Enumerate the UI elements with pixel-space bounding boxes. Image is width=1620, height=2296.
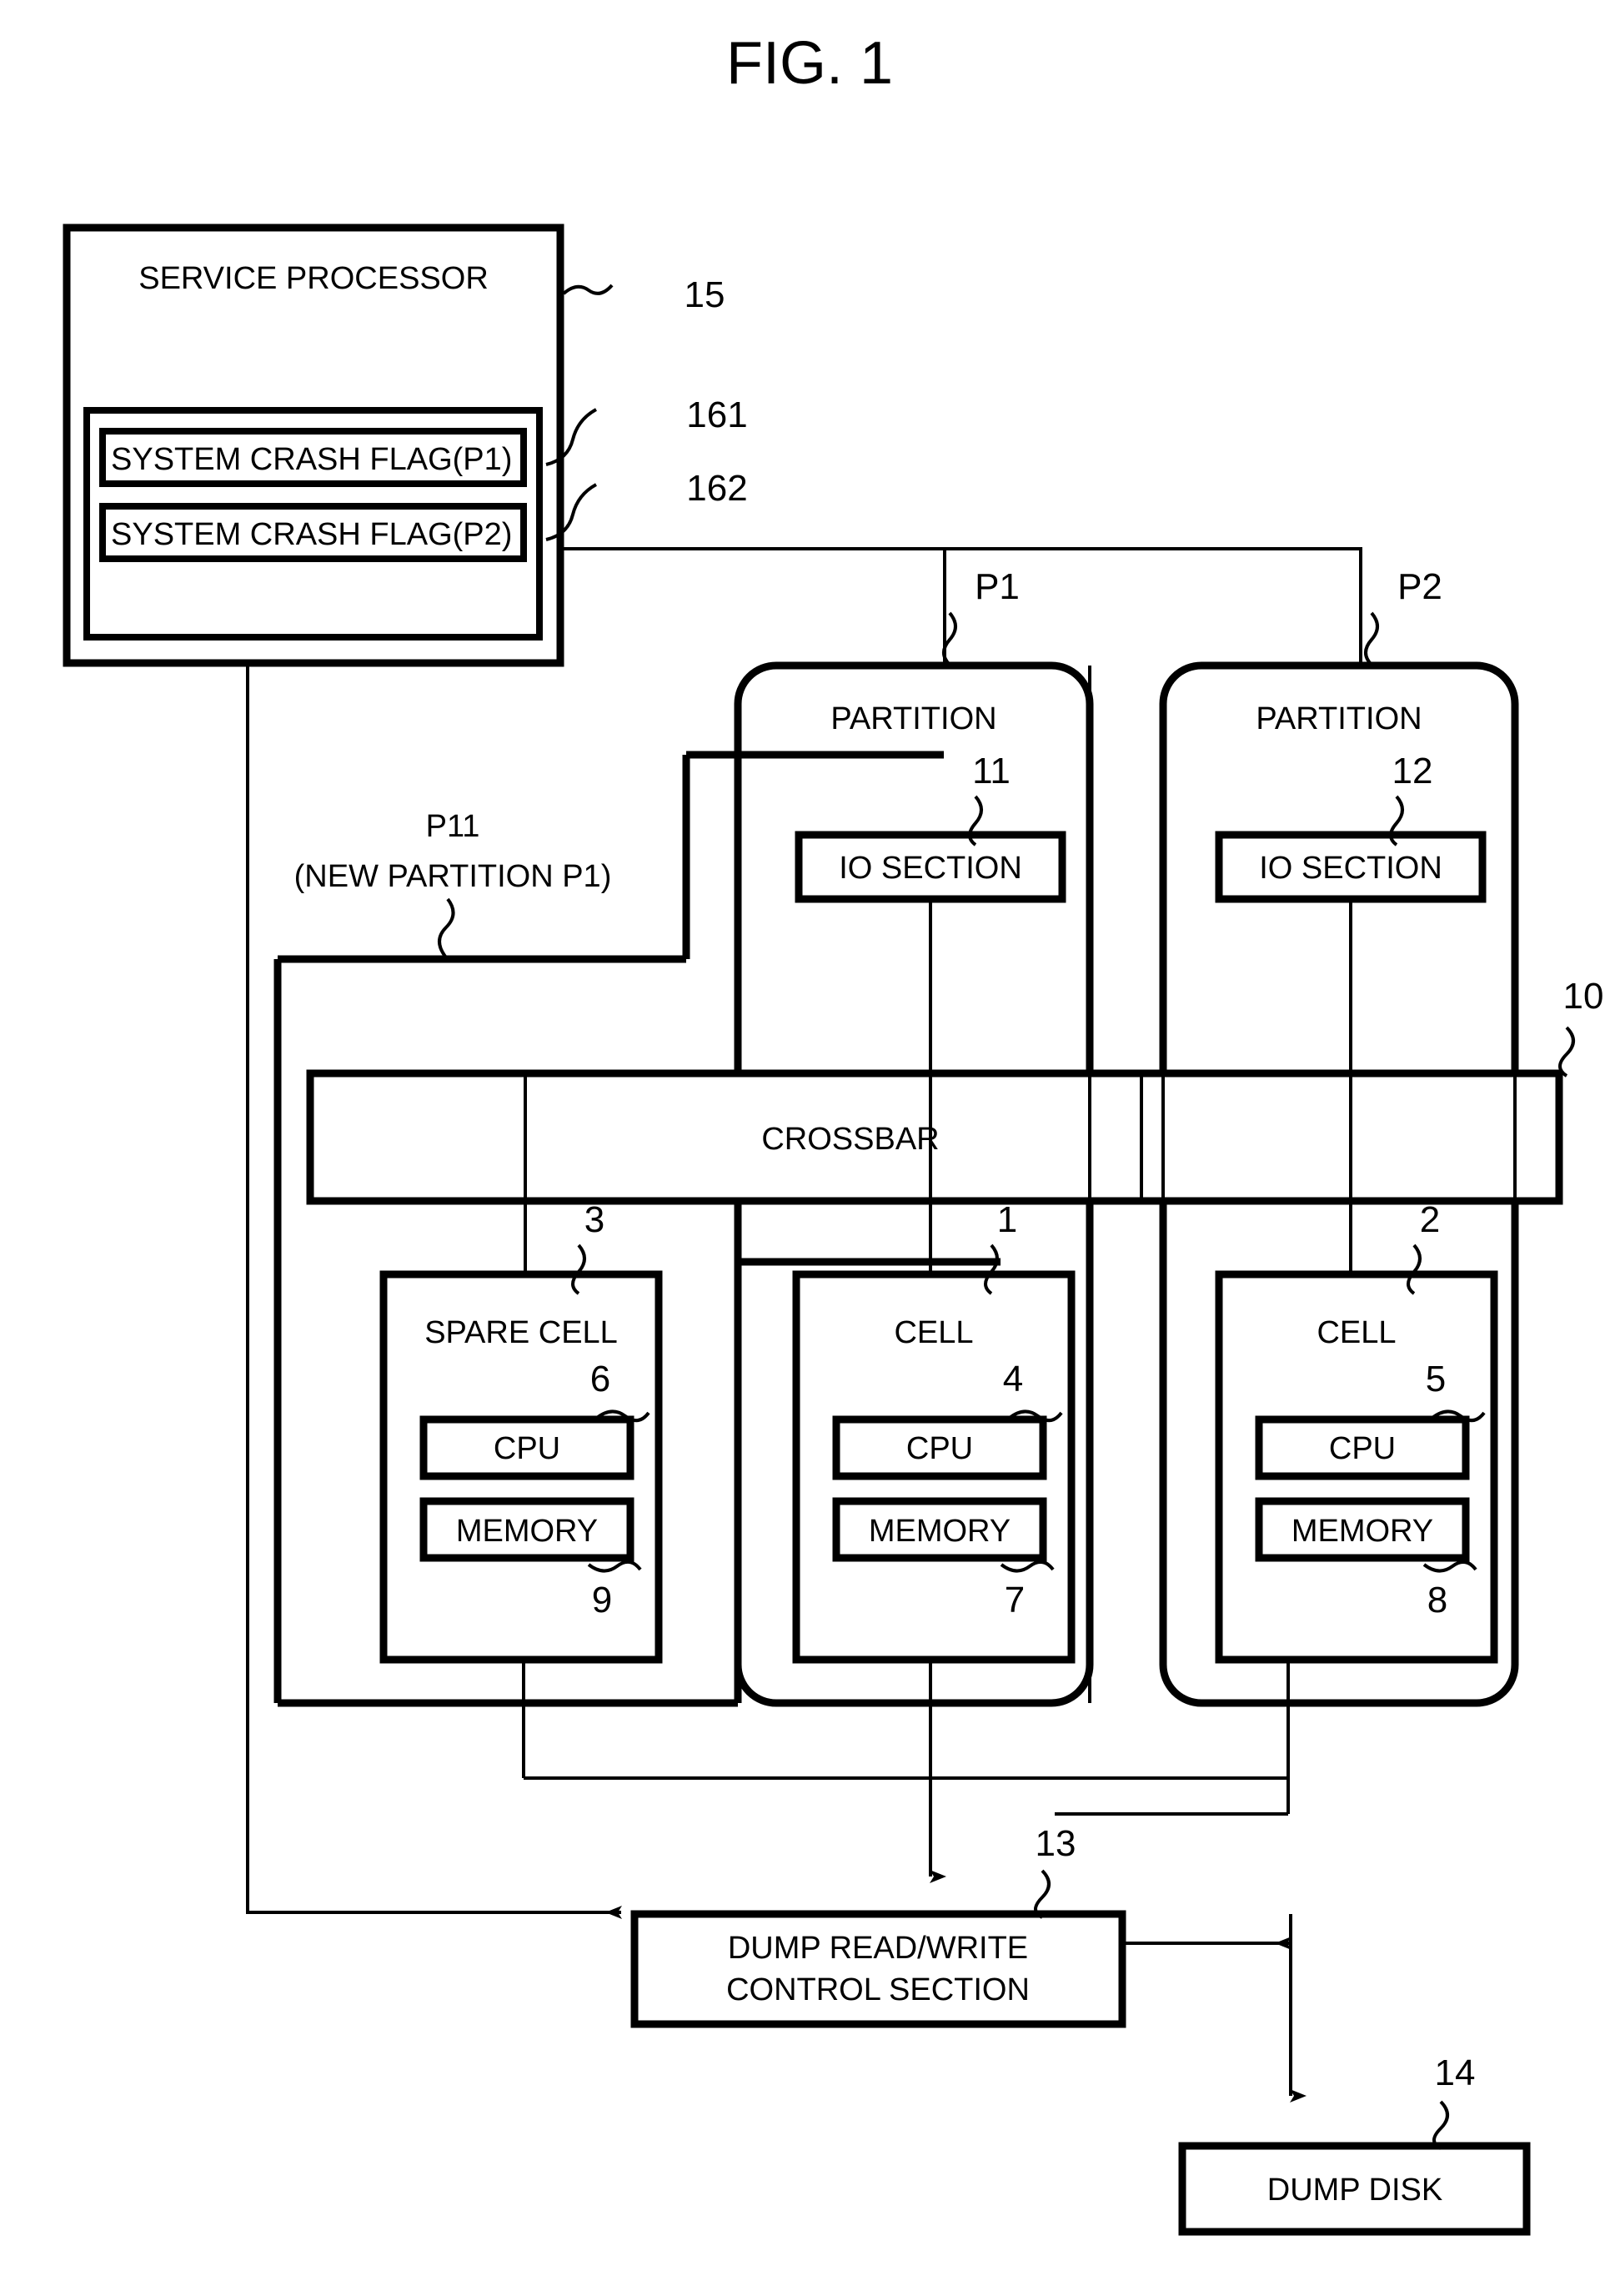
spare-cell-group[interactable]: SPARE CELL 3 CPU 6 MEMORY 9 xyxy=(379,1199,663,1664)
ref-6: 6 xyxy=(590,1359,610,1399)
ref-2: 2 xyxy=(1420,1199,1440,1240)
ref-11: 11 xyxy=(972,751,1011,791)
dump-control-line2: CONTROL SECTION xyxy=(726,1972,1030,2007)
spare-cell-label: SPARE CELL xyxy=(424,1315,618,1350)
ref-162: 162 xyxy=(686,468,747,509)
ref-10: 10 xyxy=(1563,976,1604,1017)
new-partition-label-group: P11 (NEW PARTITION P1) xyxy=(294,809,612,959)
leader-10 xyxy=(1558,1026,1575,1078)
ref-15: 15 xyxy=(685,274,725,315)
spare-cell-cpu-label: CPU xyxy=(494,1431,560,1466)
dump-disk-group[interactable]: DUMP DISK 14 xyxy=(1178,2052,1531,2236)
ref-9: 9 xyxy=(592,1580,612,1620)
dump-control-line1: DUMP READ/WRITE xyxy=(728,1931,1028,1966)
spare-cell-memory-label: MEMORY xyxy=(456,1514,598,1549)
ref-13: 13 xyxy=(1036,1823,1076,1864)
page-title: FIG. 1 xyxy=(726,30,893,97)
io-section-11-label: IO SECTION xyxy=(839,851,1022,886)
ref-5: 5 xyxy=(1426,1359,1446,1399)
leader-14 xyxy=(1432,2100,1449,2150)
ref-3: 3 xyxy=(584,1199,604,1240)
cell-2-memory-label: MEMORY xyxy=(1291,1514,1433,1549)
ref-7: 7 xyxy=(1005,1580,1025,1620)
service-processor-group[interactable]: SERVICE PROCESSOR SYSTEM CRASH FLAG(P1) … xyxy=(63,224,748,667)
ref-12: 12 xyxy=(1392,751,1433,791)
system-crash-flag-p1-label: SYSTEM CRASH FLAG(P1) xyxy=(111,442,512,477)
leader-p2 xyxy=(1364,611,1379,666)
leader-p11 xyxy=(438,897,455,959)
system-crash-flag-p2-label: SYSTEM CRASH FLAG(P2) xyxy=(111,517,512,552)
new-partition-note-label: (NEW PARTITION P1) xyxy=(294,859,612,894)
partition-p1-label: PARTITION xyxy=(830,701,996,736)
ref-4: 4 xyxy=(1003,1359,1023,1399)
cell-1-memory-label: MEMORY xyxy=(869,1514,1011,1549)
dump-disk-label: DUMP DISK xyxy=(1267,2173,1442,2208)
io-section-12-label: IO SECTION xyxy=(1259,851,1442,886)
crossbar-label: CROSSBAR xyxy=(761,1122,939,1157)
partition-p2-label: PARTITION xyxy=(1256,701,1422,736)
cell-1-group[interactable]: CELL 1 CPU 4 MEMORY 7 xyxy=(792,1199,1076,1664)
crossbar-group[interactable]: CROSSBAR 10 xyxy=(306,976,1604,1205)
cell-2-label: CELL xyxy=(1317,1315,1396,1350)
ref-1: 1 xyxy=(997,1199,1017,1240)
cell-2-cpu-label: CPU xyxy=(1329,1431,1396,1466)
ref-p2: P2 xyxy=(1397,566,1442,607)
figure-canvas: FIG. 1 SERVICE PROCESSOR SYSTEM CRASH FL… xyxy=(63,30,1604,2236)
ref-161: 161 xyxy=(686,394,747,435)
ref-p1: P1 xyxy=(975,566,1020,607)
wire-sp-to-p2 xyxy=(560,547,1362,666)
ref-8: 8 xyxy=(1427,1580,1447,1620)
ref-14: 14 xyxy=(1435,2052,1476,2093)
patent-figure-sheet: FIG. 1 SERVICE PROCESSOR SYSTEM CRASH FL… xyxy=(0,0,1620,2296)
cell-2-group[interactable]: CELL 2 CPU 5 MEMORY 8 xyxy=(1215,1199,1498,1664)
cell-1-cpu-label: CPU xyxy=(906,1431,973,1466)
cell-1-label: CELL xyxy=(894,1315,973,1350)
dump-control-group[interactable]: DUMP READ/WRITE CONTROL SECTION 13 xyxy=(630,1823,1126,2028)
service-processor-label: SERVICE PROCESSOR xyxy=(138,261,489,296)
leader-15 xyxy=(562,284,614,295)
new-partition-ref-label: P11 xyxy=(426,809,480,844)
